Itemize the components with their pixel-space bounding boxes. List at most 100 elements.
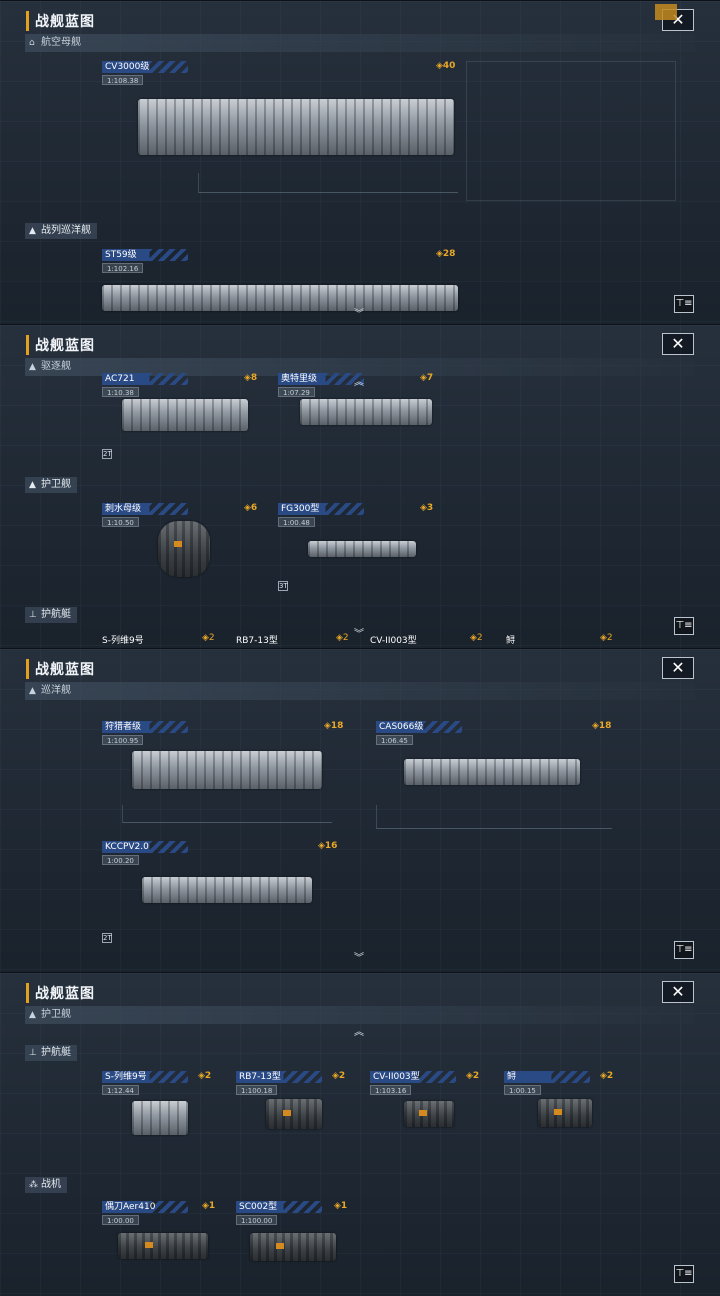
peek-card[interactable]: RB7-13型 [236,633,278,646]
cruiser-icon: ▲ [29,686,36,696]
panel-carriers: 战舰蓝图 ✕ ⌂ 航空母舰 CV3000级 1:108.38 ◈40 ▲ 战列巡… [0,0,720,324]
filter-button[interactable]: ⊤≡ [674,941,694,959]
ship-name: 偶刀Aer410 [102,1201,188,1213]
tier-badge: 2T [102,449,112,459]
close-button[interactable]: ✕ [655,4,694,31]
ship-scale: 1:00.48 [278,517,315,527]
ship-points: ◈6 [244,503,258,513]
ship-name: CAS066级 [376,721,462,733]
scroll-down-icon[interactable]: ︾ [354,625,364,640]
points-icon: ◈ [318,841,325,851]
ship-points: ◈7 [420,373,434,383]
ship-scale: 1:12.44 [102,1085,139,1095]
filter-button[interactable]: ⊤≡ [674,617,694,635]
section-header-fighter: ⁂ 战机 [25,1177,67,1193]
panel-escorts: 战舰蓝图 ✕ ▲ 护卫舰 ︽ ⊥ 护航艇 S-列维9号 1:12.44 ◈2 R… [0,972,720,1296]
close-button[interactable]: ✕ [662,657,694,679]
peek-card[interactable]: 鲟 [506,633,515,646]
ship-name: 狩猎者级 [102,721,188,733]
points-icon: ◈ [420,503,427,513]
ship-points: ◈16 [318,841,338,851]
ship-name: ST59级 [102,249,188,261]
section-label: 战列巡洋舰 [41,225,91,236]
ship-points: ◈1 [202,1201,216,1211]
ship-image [308,541,416,557]
points-icon: ◈ [600,633,607,643]
page-title: 战舰蓝图 [26,983,95,1003]
ship-card-aer410[interactable]: 偶刀Aer410 1:00.00 ◈1 [102,1201,216,1291]
ship-scale: 1:07.29 [278,387,315,397]
points-icon: ◈ [420,373,427,383]
ship-card-cv3000[interactable]: CV3000级 1:108.38 ◈40 [102,61,462,211]
ship-card-cv-ii003[interactable]: CV-II003型 1:103.16 ◈2 [370,1071,482,1163]
peek-card[interactable]: CV-II003型 [370,633,417,646]
ship-image [122,399,248,431]
ship-scale: 1:00.20 [102,855,139,865]
ship-points: ◈40 [436,61,456,71]
page-title: 战舰蓝图 [26,659,95,679]
ship-card-ac721[interactable]: AC721 1:10.38 ◈8 2T [102,373,262,463]
ship-image [538,1099,592,1127]
points-icon: ◈ [436,249,443,259]
ship-points: ◈18 [592,721,612,731]
ship-image [102,285,458,311]
ship-card-sturgeon[interactable]: 鲟 1:00.15 ◈2 [504,1071,616,1163]
ship-points: ◈3 [420,503,434,513]
points-icon: ◈ [244,373,251,383]
peek-points: ◈2 [470,633,483,643]
peek-points: ◈2 [336,633,349,643]
scroll-down-icon[interactable]: ︾ [354,305,364,320]
ship-name: RB7-13型 [236,1071,322,1083]
peek-points: ◈2 [202,633,215,643]
ship-card-fg300[interactable]: FG300型 1:00.48 ◈3 3T [278,503,448,593]
ship-lineart [122,805,332,823]
ship-image [142,877,312,903]
panel-destroyers: 战舰蓝图 ✕ ▲ 驱逐舰 AC721 1:10.38 ◈8 2T 奥特里级 1:… [0,324,720,648]
points-icon: ◈ [334,1201,341,1211]
destroyer-icon: ▲ [29,362,36,372]
ship-card-sc002[interactable]: SC002型 1:100.00 ◈1 [236,1201,348,1291]
ship-name: AC721 [102,373,188,385]
ship-lineart [376,805,612,829]
section-label: 航空母舰 [41,37,81,48]
ship-scale: 1:100.00 [236,1215,278,1225]
filter-button[interactable]: ⊤≡ [674,295,694,313]
escort-icon: ⊥ [29,1048,37,1058]
ship-card-jellyfish[interactable]: 刺水母级 1:10.50 ◈6 [102,503,262,593]
ship-card-rb7-13[interactable]: RB7-13型 1:100.18 ◈2 [236,1071,348,1163]
fighter-icon: ⁂ [29,1180,38,1190]
section-header-battlecruiser: ▲ 战列巡洋舰 [25,223,97,239]
ship-card-hunter[interactable]: 狩猎者级 1:100.95 ◈18 [102,721,343,831]
scroll-up-icon[interactable]: ︽ [354,1023,364,1038]
points-icon: ◈ [332,1071,339,1081]
peek-card[interactable]: S-列维9号 [102,633,144,646]
points-icon: ◈ [202,633,209,643]
panel-cruisers: 战舰蓝图 ✕ ▲ 巡洋舰 狩猎者级 1:100.95 ◈18 CAS066级 1… [0,648,720,972]
section-header-escort: ⊥ 护航艇 [25,607,77,623]
points-icon: ◈ [244,503,251,513]
section-label: 护航艇 [41,1047,71,1058]
section-label: 战机 [41,1179,61,1190]
ship-image [266,1099,322,1129]
ship-scale: 1:00.15 [504,1085,541,1095]
points-icon: ◈ [336,633,343,643]
points-icon: ◈ [470,633,477,643]
escort-icon: ⊥ [29,610,37,620]
scroll-down-icon[interactable]: ︾ [354,949,364,964]
tier-badge: 2T [102,933,112,943]
ship-card-st59[interactable]: ST59级 1:102.16 ◈28 [102,249,462,324]
close-button[interactable]: ✕ [662,333,694,355]
ship-scale: 1:103.16 [370,1085,412,1095]
close-button[interactable]: ✕ [662,981,694,1003]
points-icon: ◈ [466,1071,473,1081]
scroll-up-icon[interactable]: ︽ [354,373,364,388]
ship-card-cas066[interactable]: CAS066级 1:06.45 ◈18 [376,721,616,831]
section-header-escort: ⊥ 护航艇 [25,1045,77,1061]
filter-button[interactable]: ⊤≡ [674,1265,694,1283]
battlecruiser-icon: ▲ [29,226,36,236]
ship-points: ◈28 [436,249,456,259]
ship-scale: 1:108.38 [102,75,144,85]
ship-card-s-levi9[interactable]: S-列维9号 1:12.44 ◈2 [102,1071,214,1163]
ship-image [132,1101,188,1135]
ship-card-kccpv2[interactable]: KCCPV2.0 1:00.20 ◈16 2T [102,841,342,947]
